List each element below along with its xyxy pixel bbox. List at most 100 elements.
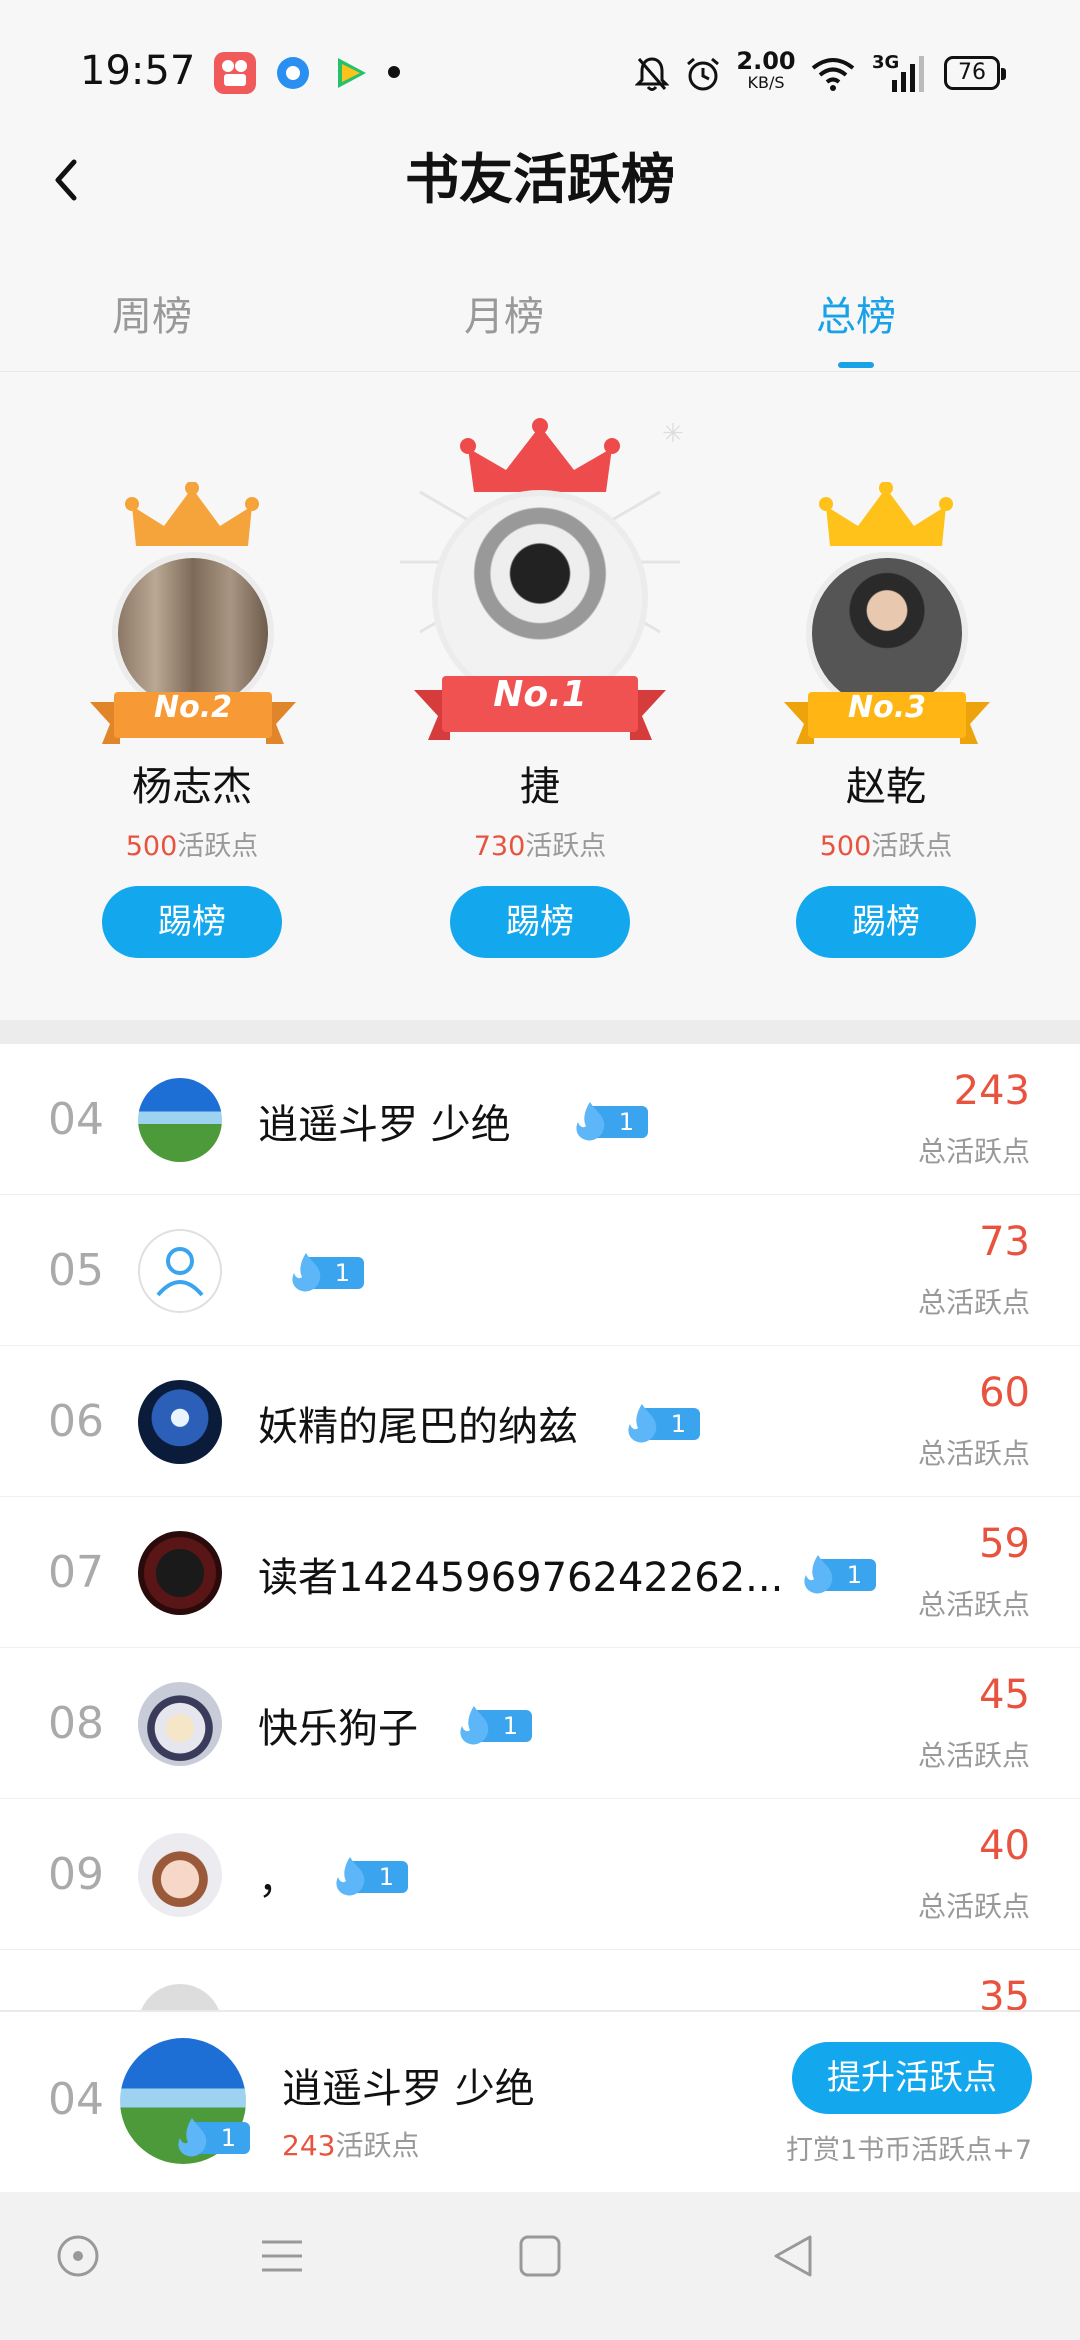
- my-points: 243活跃点: [282, 2124, 419, 2164]
- kick-button[interactable]: 踢榜: [450, 886, 630, 958]
- kuaishou-app-icon: [214, 52, 256, 94]
- my-points-value: 243: [282, 2129, 336, 2162]
- my-rank-bar: 04 1 逍遥斗罗 少绝 243活跃点 提升活跃点 打赏1书币活跃点+7: [0, 2010, 1080, 2192]
- crown-red-icon: [460, 418, 620, 492]
- points-value: 730: [473, 831, 526, 862]
- total-points: 243: [953, 1068, 1030, 1114]
- back-triangle-icon[interactable]: [770, 2232, 818, 2280]
- rank-badge-text: No.1: [493, 674, 587, 715]
- net-speed-value: 2.00: [736, 47, 796, 75]
- fire-icon: [292, 1253, 321, 1292]
- total-points: 35: [979, 1974, 1030, 2010]
- assistant-circle-icon[interactable]: [54, 2232, 102, 2280]
- podium: No.2 杨志杰 500活跃点 踢榜 ✳ No.1 捷 730活跃点 踢榜 No…: [0, 372, 1080, 1020]
- svg-text:✳: ✳: [662, 419, 684, 449]
- rank-number: 09: [48, 1849, 104, 1900]
- user-avatar[interactable]: [138, 1984, 222, 2010]
- podium-name: 杨志杰: [132, 764, 252, 810]
- rank-number: 06: [48, 1396, 104, 1447]
- tab-monthly[interactable]: 月榜: [404, 284, 604, 342]
- list-item[interactable]: 08 快乐狗子 1 45 总活跃点: [0, 1648, 1080, 1799]
- list-item[interactable]: 09 ， 1 40 总活跃点: [0, 1799, 1080, 1950]
- podium-name: 捷: [520, 764, 560, 810]
- total-points-label: 总活跃点: [917, 1739, 1030, 1772]
- user-avatar[interactable]: [138, 1531, 222, 1615]
- status-bar: 19:57 2.00 KB/S 3G 76: [0, 0, 1080, 140]
- podium-points: 500活跃点: [736, 824, 1036, 863]
- points-unit: 活跃点: [177, 831, 259, 862]
- fire-badge: 1: [570, 1100, 648, 1141]
- mute-bell-icon: [634, 52, 670, 96]
- list-item[interactable]: 35: [0, 1950, 1080, 2010]
- signal-type: 3G: [872, 52, 900, 73]
- section-divider: [0, 1020, 1080, 1044]
- tab-bar: 周榜 月榜 总榜: [0, 270, 1080, 372]
- boost-activity-button[interactable]: 提升活跃点: [792, 2042, 1032, 2114]
- total-points-label: 总活跃点: [917, 1588, 1030, 1621]
- app-root: 19:57 2.00 KB/S 3G 76 书友活跃榜 周榜 月榜 总榜 No.…: [0, 0, 1080, 2340]
- user-name: 妖精的尾巴的纳兹: [258, 1404, 578, 1450]
- rank-badge-text: No.2: [154, 690, 232, 725]
- user-name: 读者1424596976242262...: [258, 1555, 784, 1601]
- user-avatar[interactable]: [138, 1078, 222, 1162]
- fire-badge: 1: [622, 1402, 700, 1443]
- points-value: 500: [819, 831, 872, 862]
- user-name: ，: [258, 1857, 298, 1903]
- fire-icon: [628, 1404, 657, 1443]
- fire-icon: [178, 2118, 207, 2157]
- fire-icon: [336, 1857, 365, 1896]
- ranking-list: 04 逍遥斗罗 少绝 1 243 总活跃点 05 1 73 总活跃点 06 妖精…: [0, 1044, 1080, 2010]
- fire-icon: [804, 1555, 833, 1594]
- total-points-label: 总活跃点: [917, 1437, 1030, 1470]
- my-fire-badge: 1: [172, 2116, 250, 2157]
- rank-number: 07: [48, 1547, 104, 1598]
- total-points-label: 总活跃点: [917, 1286, 1030, 1319]
- browser-app-icon: [272, 52, 314, 94]
- menu-icon[interactable]: [258, 2232, 306, 2280]
- my-points-unit: 活跃点: [335, 2129, 420, 2162]
- total-points: 40: [979, 1823, 1030, 1869]
- my-rank-number: 04: [48, 2074, 104, 2125]
- notification-dot: [388, 66, 400, 78]
- points-value: 500: [125, 831, 178, 862]
- crown-orange-icon: [125, 482, 259, 546]
- user-avatar[interactable]: [138, 1380, 222, 1464]
- kick-button[interactable]: 踢榜: [102, 886, 282, 958]
- tab-indicator: [838, 362, 874, 368]
- home-square-icon[interactable]: [516, 2232, 564, 2280]
- podium-points: 730活跃点: [390, 824, 690, 863]
- fire-icon: [460, 1706, 489, 1745]
- total-points-label: 总活跃点: [917, 1135, 1030, 1168]
- rank-badge-text: No.3: [848, 690, 926, 725]
- user-avatar[interactable]: [138, 1682, 222, 1766]
- user-avatar[interactable]: [138, 1833, 222, 1917]
- fire-badge: 1: [286, 1251, 364, 1292]
- fire-badge: 1: [798, 1553, 876, 1594]
- my-name: 逍遥斗罗 少绝: [282, 2066, 535, 2112]
- fire-badge: 1: [330, 1855, 408, 1896]
- net-speed: 2.00 KB/S: [736, 47, 796, 94]
- user-name: 逍遥斗罗 少绝: [258, 1102, 511, 1148]
- kick-button[interactable]: 踢榜: [796, 886, 976, 958]
- system-nav-bar: [0, 2192, 1080, 2340]
- list-item[interactable]: 04 逍遥斗罗 少绝 1 243 总活跃点: [0, 1044, 1080, 1195]
- status-time: 19:57: [80, 48, 196, 94]
- fire-badge: 1: [454, 1704, 532, 1745]
- reward-tip: 打赏1书币活跃点+7: [786, 2135, 1032, 2166]
- list-item[interactable]: 05 1 73 总活跃点: [0, 1195, 1080, 1346]
- net-speed-unit: KB/S: [747, 73, 785, 92]
- cell-signal-icon: 3G: [872, 52, 928, 96]
- fire-icon: [576, 1102, 605, 1141]
- total-points: 60: [979, 1370, 1030, 1416]
- rank-number: 05: [48, 1245, 104, 1296]
- video-app-icon: [330, 52, 372, 94]
- alarm-icon: [684, 52, 722, 96]
- rank-number: 08: [48, 1698, 104, 1749]
- list-item[interactable]: 06 妖精的尾巴的纳兹 1 60 总活跃点: [0, 1346, 1080, 1497]
- user-name: 快乐狗子: [258, 1706, 418, 1752]
- user-avatar[interactable]: [138, 1229, 222, 1313]
- tab-total[interactable]: 总榜: [756, 284, 956, 342]
- points-unit: 活跃点: [871, 831, 953, 862]
- tab-weekly[interactable]: 周榜: [52, 284, 252, 342]
- list-item[interactable]: 07 读者1424596976242262... 1 59 总活跃点: [0, 1497, 1080, 1648]
